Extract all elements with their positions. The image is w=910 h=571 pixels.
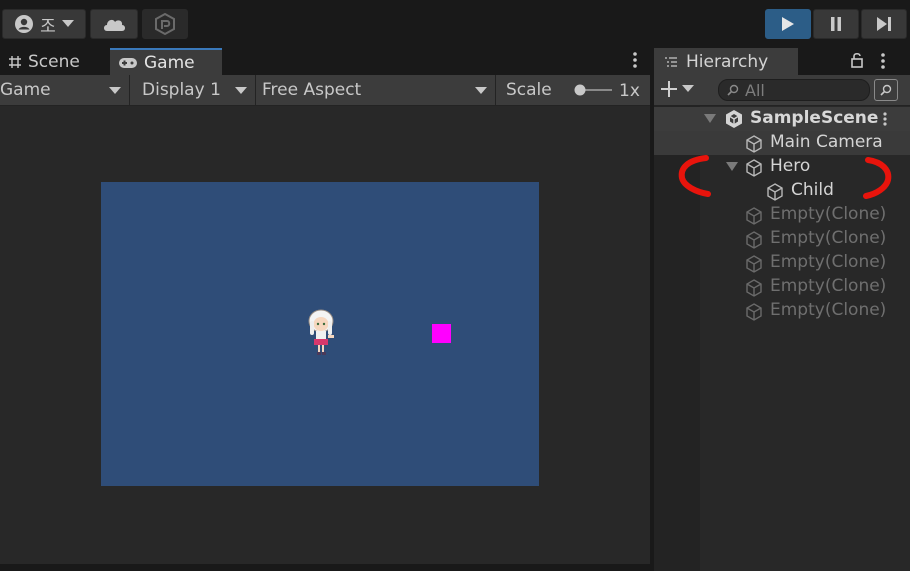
tree-item-label: Empty(Clone) xyxy=(770,276,887,296)
account-dropdown[interactable]: 조 xyxy=(2,9,86,39)
aspect-dropdown[interactable]: Free Aspect xyxy=(256,75,496,105)
chevron-down-icon xyxy=(682,85,694,92)
step-button[interactable] xyxy=(861,9,907,39)
kebab-menu-icon[interactable] xyxy=(632,51,638,69)
lock-icon[interactable] xyxy=(850,52,864,68)
tree-row-empty-clone[interactable]: Empty(Clone) xyxy=(654,299,910,323)
kebab-menu-icon[interactable] xyxy=(880,52,886,70)
expand-arrow-icon[interactable] xyxy=(704,114,716,124)
list-icon xyxy=(665,56,677,67)
search-icon xyxy=(727,84,739,96)
chevron-down-icon xyxy=(61,20,74,27)
chevron-down-icon xyxy=(475,87,487,94)
play-button[interactable] xyxy=(765,9,811,39)
gamepad-icon xyxy=(119,57,137,68)
tree-item-label: Empty(Clone) xyxy=(770,228,887,248)
cloud-icon xyxy=(104,19,125,31)
tree-row-empty-clone[interactable]: Empty(Clone) xyxy=(654,227,910,251)
gameobject-cube-icon xyxy=(746,279,762,297)
step-icon xyxy=(877,17,891,31)
scale-value: 1x xyxy=(619,81,640,101)
gameobject-cube-icon xyxy=(746,231,762,249)
game-panel-tabs: Scene Game xyxy=(0,46,650,75)
tree-item-label: Empty(Clone) xyxy=(770,300,887,320)
tree-item-label: Empty(Clone) xyxy=(770,204,887,224)
game-viewport xyxy=(0,106,650,571)
scene-name: SampleScene xyxy=(750,108,879,128)
tab-hierarchy-label: Hierarchy xyxy=(686,51,769,72)
tree-item-label: Main Camera xyxy=(770,132,883,152)
gameobject-cube-icon xyxy=(746,207,762,225)
gameobject-cube-icon xyxy=(746,135,762,153)
gameobject-cube-icon xyxy=(746,303,762,321)
account-icon xyxy=(15,15,34,33)
hierarchy-tabs: Hierarchy xyxy=(654,46,910,75)
search-input[interactable] xyxy=(745,80,855,100)
tree-row-scene[interactable]: SampleScene xyxy=(654,107,910,131)
pause-icon xyxy=(831,17,841,31)
game-panel: Scene Game Game Display 1 Free Aspect Sc… xyxy=(0,46,650,571)
view-dropdown[interactable]: Game xyxy=(0,75,130,105)
hierarchy-toolbar xyxy=(654,75,910,106)
tab-scene[interactable]: Scene xyxy=(0,48,108,75)
hierarchy-search[interactable] xyxy=(718,79,870,101)
hero-sprite xyxy=(308,309,334,355)
account-label: 조 xyxy=(40,16,56,37)
plus-icon xyxy=(661,81,677,97)
tree-row-empty-clone[interactable]: Empty(Clone) xyxy=(654,275,910,299)
unity-scene-icon xyxy=(726,110,742,128)
game-render-area xyxy=(101,182,539,486)
tab-scene-label: Scene xyxy=(28,51,80,72)
kebab-menu-icon[interactable] xyxy=(882,111,888,127)
panel-bottom-edge xyxy=(0,564,650,571)
magenta-square-object xyxy=(432,324,451,343)
add-object-button[interactable] xyxy=(660,80,694,98)
hierarchy-panel: Hierarchy All SampleScene Main Camera He… xyxy=(654,46,910,571)
play-icon xyxy=(782,17,794,31)
main-toolbar: 조 xyxy=(0,0,910,46)
aspect-dropdown-label: Free Aspect xyxy=(262,80,362,100)
collab-icon xyxy=(155,13,175,35)
display-dropdown-label: Display 1 xyxy=(142,80,221,100)
chevron-down-icon xyxy=(109,87,121,94)
collab-button[interactable] xyxy=(142,9,188,39)
view-dropdown-label: Game xyxy=(0,80,51,100)
tree-row-empty-clone[interactable]: Empty(Clone) xyxy=(654,203,910,227)
tree-row-empty-clone[interactable]: Empty(Clone) xyxy=(654,251,910,275)
tree-item-label: Empty(Clone) xyxy=(770,252,887,272)
pause-button[interactable] xyxy=(813,9,859,39)
display-dropdown[interactable]: Display 1 xyxy=(132,75,256,105)
gameobject-cube-icon xyxy=(746,255,762,273)
cloud-button[interactable] xyxy=(90,9,138,39)
scale-slider[interactable] xyxy=(574,84,614,96)
tab-hierarchy[interactable]: Hierarchy xyxy=(654,48,798,75)
search-window-icon xyxy=(880,84,892,96)
chevron-down-icon xyxy=(235,87,247,94)
tab-game-label: Game xyxy=(144,52,195,73)
red-annotation-brackets xyxy=(678,155,892,199)
hash-icon xyxy=(9,55,21,68)
scale-label: Scale xyxy=(506,80,552,100)
game-view-toolbar: Game Display 1 Free Aspect Scale xyxy=(0,75,650,106)
tab-game[interactable]: Game xyxy=(110,48,222,75)
search-mode-button[interactable] xyxy=(874,79,898,101)
